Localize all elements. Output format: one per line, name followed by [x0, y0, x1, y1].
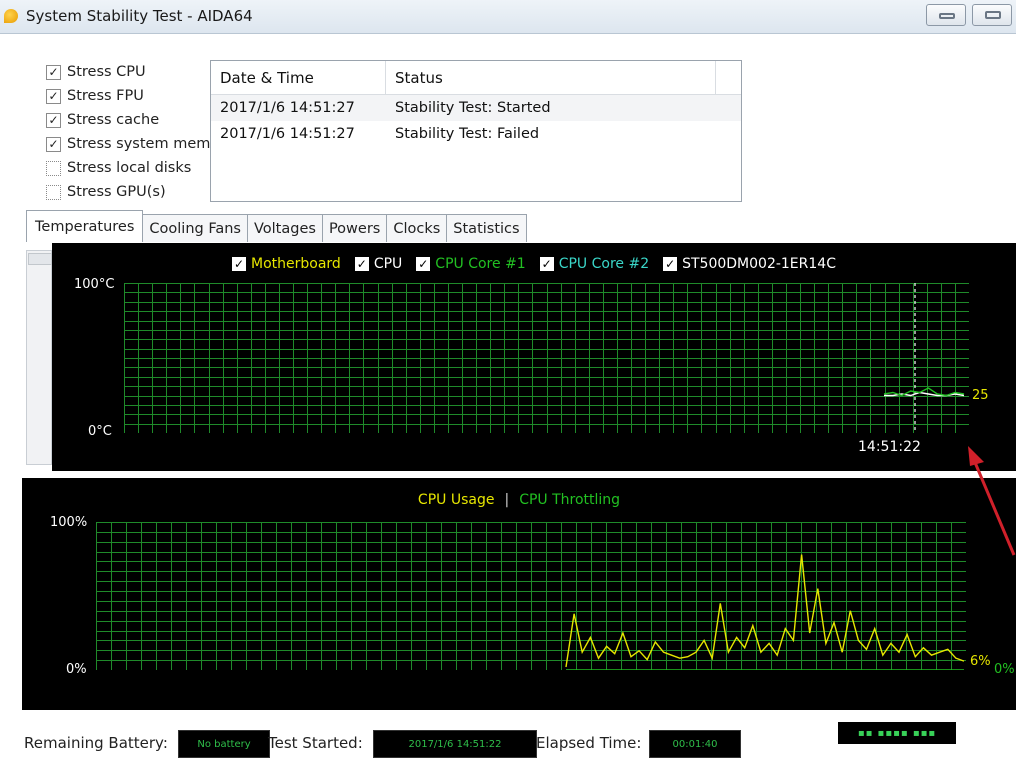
- log-col-status[interactable]: Status: [386, 61, 716, 94]
- status-bar: ▪▪ ▪▪▪▪ ▪▪▪ Remaining Battery: No batter…: [0, 722, 1016, 768]
- stress-option-label: Stress local disks: [67, 160, 192, 176]
- log-cell-status: Stability Test: Started: [395, 100, 551, 116]
- tab-powers[interactable]: Powers: [321, 214, 388, 242]
- cpu-legend-label: CPU Usage: [417, 492, 495, 508]
- tab-content-scrollbar[interactable]: [26, 250, 52, 465]
- stress-option-label: Stress system mem: [67, 136, 211, 152]
- elapsed-time-value: 00:01:40: [649, 730, 741, 758]
- title-bar: System Stability Test - AIDA64: [0, 0, 1016, 34]
- log-header: Date & Time Status: [211, 61, 741, 95]
- cpu-usage-chart: CPU Usage | CPU Throttling 100% 0% 6% 0%: [22, 478, 1016, 710]
- legend-checkbox[interactable]: ✓: [539, 257, 554, 271]
- tab-cooling-fans[interactable]: Cooling Fans: [142, 214, 248, 242]
- checkbox[interactable]: ✓: [46, 136, 61, 152]
- checkbox[interactable]: ✓: [46, 64, 61, 80]
- legend-label: Motherboard: [251, 256, 341, 272]
- log-cell-status: Stability Test: Failed: [395, 126, 540, 142]
- legend-checkbox[interactable]: ✓: [416, 257, 431, 271]
- legend-checkbox[interactable]: ✓: [354, 257, 369, 271]
- window-title: System Stability Test - AIDA64: [26, 7, 253, 25]
- log-col-datetime[interactable]: Date & Time: [211, 61, 386, 94]
- stress-option[interactable]: ✓ Stress FPU: [46, 84, 210, 108]
- tab-clocks[interactable]: Clocks: [386, 214, 448, 242]
- temperature-plot-area: [124, 283, 969, 433]
- checkbox[interactable]: [46, 160, 61, 176]
- cpu-y-min-label: 0%: [66, 662, 87, 677]
- legend-checkbox[interactable]: ✓: [232, 257, 247, 271]
- stress-option-label: Stress cache: [67, 112, 160, 128]
- battery-value: No battery: [178, 730, 270, 758]
- stress-option-label: Stress GPU(s): [67, 184, 166, 200]
- stress-option[interactable]: ✓ Stress CPU: [46, 60, 210, 84]
- stress-option[interactable]: Stress local disks: [46, 156, 210, 180]
- cpu-legend: CPU Usage | CPU Throttling: [22, 492, 1016, 508]
- log-cell-time: 2017/1/6 14:51:27: [220, 126, 355, 142]
- temp-y-min-label: 0°C: [88, 424, 112, 439]
- cpu-usage-value: 6%: [970, 654, 991, 669]
- temp-y-max-label: 100°C: [74, 277, 115, 292]
- tab-voltages[interactable]: Voltages: [246, 214, 323, 242]
- test-started-value: 2017/1/6 14:51:22: [373, 730, 537, 758]
- tab-temperatures[interactable]: Temperatures: [26, 210, 144, 242]
- cpu-throttling-value: 0%: [994, 662, 1015, 677]
- temperature-chart: ✓ Motherboard ✓ CPU ✓ CPU Core #1 ✓ CPU Core #2…: [52, 243, 1016, 471]
- tab-strip: Temperatures Cooling Fans Voltages Powers Cl…: [26, 210, 527, 242]
- stress-option-label: Stress FPU: [67, 88, 144, 104]
- elapsed-time-label: Elapsed Time:: [536, 734, 642, 752]
- checkbox[interactable]: ✓: [46, 112, 61, 128]
- tab-statistics[interactable]: Statistics: [446, 214, 527, 242]
- legend-label: ST500DM002-1ER14C: [682, 256, 836, 272]
- stress-option-label: Stress CPU: [67, 64, 146, 80]
- test-started-label: Test Started:: [268, 734, 363, 752]
- checkbox[interactable]: ✓: [46, 88, 61, 104]
- legend-item[interactable]: ✓ CPU: [354, 256, 403, 272]
- temp-marker-time: 14:51:22: [858, 439, 921, 455]
- cpu-y-max-label: 100%: [50, 515, 88, 530]
- legend-label: CPU: [373, 256, 403, 272]
- temp-current-value: 25: [972, 388, 989, 403]
- stress-option[interactable]: ✓ Stress cache: [46, 108, 210, 132]
- cpu-plot-area: [96, 522, 966, 670]
- red-annotation-arrow: [968, 446, 1016, 556]
- legend-checkbox[interactable]: ✓: [663, 257, 678, 271]
- maximize-button[interactable]: [972, 4, 1012, 26]
- legend-item[interactable]: ✓ Motherboard: [232, 256, 341, 272]
- legend-item[interactable]: ✓ ST500DM002-1ER14C: [663, 256, 836, 272]
- stress-option[interactable]: Stress GPU(s): [46, 180, 210, 204]
- checkbox[interactable]: [46, 184, 61, 200]
- cpu-legend-label: CPU Throttling: [519, 492, 621, 508]
- log-cell-time: 2017/1/6 14:51:27: [220, 100, 355, 116]
- battery-label: Remaining Battery:: [24, 734, 168, 752]
- lcd-indicator: ▪▪ ▪▪▪▪ ▪▪▪: [838, 722, 956, 744]
- minimize-button[interactable]: [926, 4, 966, 26]
- log-row[interactable]: 2017/1/6 14:51:27 Stability Test: Failed: [211, 121, 741, 147]
- temperature-legend: ✓ Motherboard ✓ CPU ✓ CPU Core #1 ✓ CPU Core #2…: [52, 256, 1016, 272]
- legend-label: CPU Core #1: [435, 256, 526, 272]
- legend-label: CPU Core #2: [558, 256, 650, 272]
- log-row[interactable]: 2017/1/6 14:51:27 Stability Test: Started: [211, 95, 741, 121]
- legend-item[interactable]: ✓ CPU Core #2: [539, 256, 650, 272]
- stress-options: ✓ Stress CPU ✓ Stress FPU ✓ Stress cache ✓ Stre…: [46, 60, 210, 204]
- status-log-table: Date & Time Status 2017/1/6 14:51:27 Stab…: [210, 60, 742, 202]
- legend-item[interactable]: ✓ CPU Core #1: [416, 256, 526, 272]
- aida64-flame-icon: [4, 9, 18, 23]
- stress-option[interactable]: ✓ Stress system mem: [46, 132, 210, 156]
- cpu-legend-label: |: [504, 492, 510, 508]
